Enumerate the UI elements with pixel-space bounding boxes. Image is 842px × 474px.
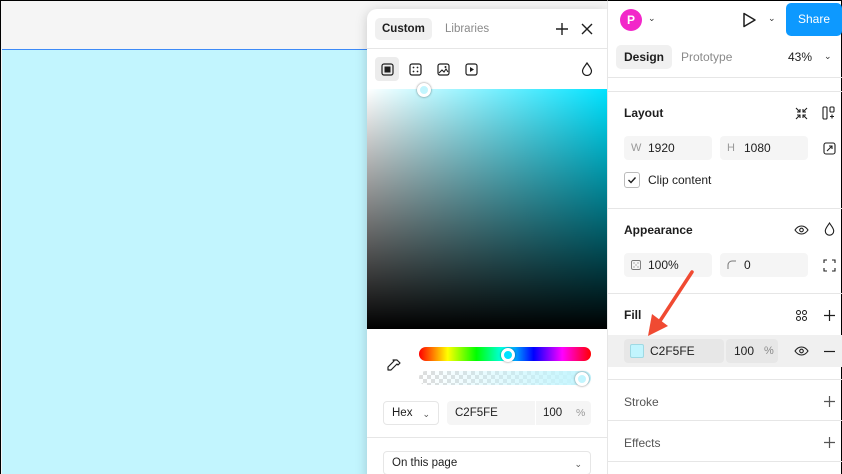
width-field[interactable]: W 1920 [624,136,712,160]
hue-handle[interactable] [501,348,515,362]
tab-design[interactable]: Design [616,45,673,69]
remove-fill-icon[interactable] [820,342,838,360]
alpha-unit: % [576,407,586,419]
fill-alpha-input[interactable]: 100 [734,339,754,363]
divider [608,91,842,92]
divider [608,77,842,78]
height-field[interactable]: H 1080 [720,136,808,160]
chevron-down-icon: ⌄ [422,409,430,419]
fill-row[interactable]: C2F5FE 100 % [608,335,842,367]
library-scope-select[interactable]: On this page ⌄ [383,451,591,474]
tab-custom[interactable]: Custom [375,18,432,40]
alpha-input[interactable]: 100 [543,401,562,425]
add-fill-icon[interactable] [820,306,838,324]
hex-input[interactable]: C2F5FE [455,401,498,425]
solid-fill-icon[interactable] [375,57,399,81]
chevron-down-icon: ⌄ [574,459,582,469]
alpha-slider[interactable] [419,371,591,385]
color-format-select[interactable]: Hex ⌄ [383,401,439,425]
plus-icon[interactable] [553,20,571,38]
eye-icon[interactable] [792,342,810,360]
opacity-field[interactable]: 100% [624,253,712,277]
fill-title: Fill [624,308,642,322]
fill-hex-field[interactable]: C2F5FE [624,339,724,363]
avatar[interactable]: P [620,9,642,31]
tab-prototype[interactable]: Prototype [681,45,732,69]
fill-alpha-field[interactable]: 100 % [726,339,778,363]
add-stroke-icon[interactable] [820,392,838,410]
divider [608,379,842,380]
divider [608,420,842,421]
clip-content-label[interactable]: Clip content [648,173,711,187]
divider [608,461,842,462]
fill-type-selector [367,57,607,83]
library-scope-value: On this page [392,457,458,469]
saturation-brightness-area[interactable] [367,83,607,329]
effects-title: Effects [624,436,661,450]
picker-header: Custom Libraries [367,9,607,49]
appearance-title: Appearance [624,223,693,237]
fill-swatch[interactable] [630,344,644,358]
opacity-icon [631,253,641,279]
corner-radius-input[interactable]: 0 [744,253,751,277]
gradient-icon[interactable] [403,57,427,81]
color-picker-popover: Custom Libraries Hex ⌄ C2F5FE 100 % On t… [367,9,607,474]
eyedropper-icon[interactable] [385,357,403,375]
drop-icon[interactable] [820,220,838,238]
close-icon[interactable] [578,20,596,38]
stroke-title: Stroke [624,395,659,409]
divider [367,437,607,438]
auto-layout-icon[interactable] [820,104,838,122]
divider [608,208,842,209]
tab-libraries[interactable]: Libraries [445,18,489,40]
divider [608,293,842,294]
share-button[interactable]: Share [786,3,842,36]
corner-radius-field[interactable]: 0 [720,253,808,277]
alpha-handle[interactable] [575,372,589,386]
fill-alpha-unit: % [764,345,774,357]
styles-grid-icon[interactable] [792,306,810,324]
image-icon[interactable] [431,57,455,81]
drop-icon[interactable] [575,57,599,81]
resize-to-fit-icon[interactable] [792,104,810,122]
color-format-value: Hex [392,407,413,419]
video-icon[interactable] [459,57,483,81]
height-input[interactable]: 1080 [744,136,771,160]
layout-title: Layout [624,106,664,120]
chevron-down-icon[interactable]: ⌄ [768,13,776,24]
height-label: H [727,142,735,154]
independent-corners-icon[interactable] [820,256,838,274]
chevron-down-icon[interactable]: ⌄ [824,51,832,62]
corner-radius-icon [727,253,737,279]
divider [535,401,536,425]
resize-options-icon[interactable] [820,139,838,157]
clip-content-checkbox[interactable] [624,172,640,188]
hex-input-group: C2F5FE 100 % [447,401,591,425]
fill-hex-input[interactable]: C2F5FE [650,339,695,363]
play-icon[interactable] [740,11,758,29]
eye-icon[interactable] [792,221,810,239]
opacity-input[interactable]: 100% [648,253,679,277]
add-effect-icon[interactable] [820,433,838,451]
saturation-handle[interactable] [417,83,431,97]
zoom-level[interactable]: 43% [788,45,812,69]
width-input[interactable]: 1920 [648,136,675,160]
properties-panel: P ⌄ ⌄ Share Design Prototype 43% ⌄ Layou… [607,0,842,474]
chevron-down-icon[interactable]: ⌄ [648,13,656,24]
width-label: W [631,142,642,154]
